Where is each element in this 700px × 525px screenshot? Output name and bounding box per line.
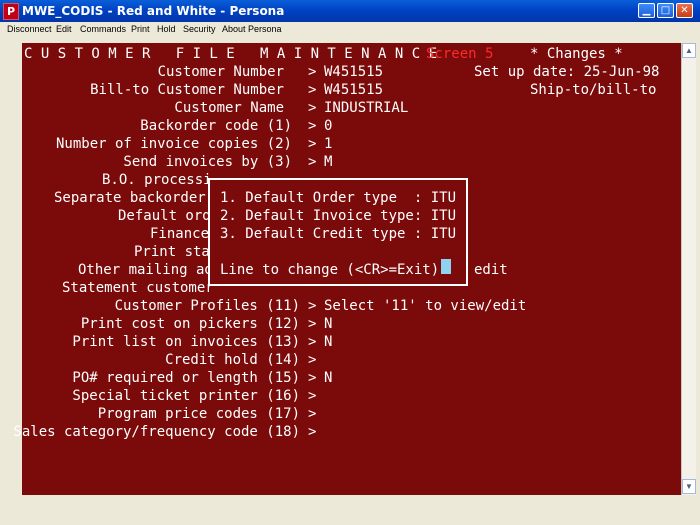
field-value-po-required: N (324, 370, 333, 386)
field-value-customer-name: INDUSTRIAL (324, 100, 409, 116)
minimize-icon: ▁ (642, 5, 651, 16)
popup-line-invoice-type: 2. Default Invoice type: ITU (220, 208, 457, 224)
field-value-invoice-copies: 1 (324, 136, 333, 152)
chevron-up-icon: ▲ (685, 46, 693, 55)
menu-hold[interactable]: Hold (157, 24, 176, 34)
field-label-default-order: Default ord (118, 208, 211, 224)
field-label-customer-profiles: Customer Profiles (11) (114, 298, 300, 314)
setup-date: Set up date: 25-Jun-98 (474, 64, 660, 80)
field-label-print-list-invoices: Print list on invoices (13) (72, 334, 300, 350)
screen-heading: C U S T O M E R F I L E M A I N T E N A … (24, 46, 438, 62)
menu-disconnect[interactable]: Disconnect (7, 24, 52, 34)
field-label-bo-processing: B.O. processi (102, 172, 212, 188)
field-label-po-required: PO# required or length (15) (72, 370, 300, 386)
field-label-print-cost-pickers: Print cost on pickers (12) (80, 316, 300, 332)
field-sep: > (308, 370, 317, 386)
terminal-cursor[interactable] (441, 259, 451, 274)
field-label-sales-category: Sales category/frequency code (18) (13, 424, 300, 440)
minimize-button[interactable]: ▁ (638, 3, 655, 18)
field-label-backorder-code: Backorder code (1) (140, 118, 292, 134)
changes-label: * Changes * (530, 46, 623, 62)
field-sep: > (308, 424, 317, 440)
field-value-backorder-code: 0 (324, 118, 333, 134)
field-sep: > (308, 334, 317, 350)
field-label-other-mailing: Other mailing ad (78, 262, 213, 278)
field-label-customer-name: Customer Name (174, 100, 284, 116)
menu-commands[interactable]: Commands (80, 24, 126, 34)
field-sep: > (308, 118, 317, 134)
menu-about-persona[interactable]: About Persona (222, 24, 282, 34)
field-label-finance: Finance (150, 226, 210, 242)
menu-bar: Disconnect Edit Commands Print Hold Secu… (0, 22, 700, 38)
field-label-program-price-codes: Program price codes (17) (97, 406, 300, 422)
menu-edit[interactable]: Edit (56, 24, 72, 34)
field-label-print-statements: Print sta (134, 244, 210, 260)
vertical-scrollbar[interactable]: ▲ ▼ (681, 43, 696, 495)
persona-app-icon[interactable]: P (3, 3, 19, 20)
field-label-credit-hold: Credit hold (14) (165, 352, 300, 368)
field-sep: > (308, 82, 317, 98)
field-sep: > (308, 352, 317, 368)
field-value-print-list-invoices: N (324, 334, 333, 350)
scroll-down-button[interactable]: ▼ (682, 479, 696, 494)
field-label-send-invoices: Send invoices by (3) (123, 154, 292, 170)
field-sep: > (308, 316, 317, 332)
field-sep: > (308, 64, 317, 80)
field-value-customer-profiles: Select '11' to view/edit (324, 298, 527, 314)
screen-number-label: Screen 5 (426, 46, 494, 62)
close-icon: ✕ (680, 5, 689, 16)
ship-to-bill-to: Ship-to/bill-to (530, 82, 657, 98)
field-sep: > (308, 136, 317, 152)
field-sep: > (308, 406, 317, 422)
field-value-customer-number: W451515 (324, 64, 384, 80)
field-label-statement-customer: Statement customer (62, 280, 214, 296)
field-label-special-ticket-printer: Special ticket printer (16) (72, 388, 300, 404)
field-label-separate-backorder: Separate backorder (54, 190, 206, 206)
window-titlebar[interactable]: P MWE_CODIS - Red and White - Persona ▁ … (0, 0, 700, 22)
scroll-up-button[interactable]: ▲ (682, 43, 696, 58)
field-value-other-mailing: edit (474, 262, 508, 278)
field-sep: > (308, 100, 317, 116)
field-sep: > (308, 388, 317, 404)
menu-print[interactable]: Print (131, 24, 150, 34)
field-label-customer-number: Customer Number (157, 64, 284, 80)
chevron-down-icon: ▼ (685, 482, 693, 491)
field-value-bill-to-number: W451515 (324, 82, 384, 98)
popup-line-order-type: 1. Default Order type : ITU (220, 190, 457, 206)
field-sep: > (308, 154, 317, 170)
menu-security[interactable]: Security (183, 24, 216, 34)
popup-line-credit-type: 3. Default Credit type : ITU (220, 226, 457, 242)
field-value-send-invoices: M (324, 154, 333, 170)
field-value-print-cost-pickers: N (324, 316, 333, 332)
window-frame-bottom (0, 495, 700, 525)
field-label-bill-to-number: Bill-to Customer Number (90, 82, 284, 98)
popup-prompt: Line to change (<CR>=Exit): (220, 262, 448, 278)
close-button[interactable]: ✕ (676, 3, 693, 18)
maximize-button[interactable]: □ (657, 3, 674, 18)
maximize-icon: □ (660, 5, 671, 16)
field-sep: > (308, 298, 317, 314)
field-label-invoice-copies: Number of invoice copies (2) (55, 136, 292, 152)
window-title: MWE_CODIS - Red and White - Persona (22, 4, 285, 18)
